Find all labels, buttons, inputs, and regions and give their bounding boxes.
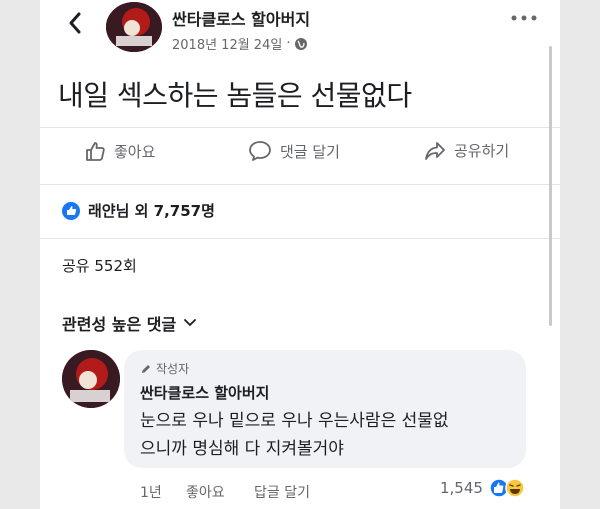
comment-bubble: 작성자 싼타클로스 할아버지 눈으로 우나 밑으로 우나 우는사람은 선물없 으… — [124, 350, 526, 468]
share-count[interactable]: 공유 552회 — [62, 255, 137, 276]
globe-icon — [295, 37, 308, 50]
more-icon[interactable] — [510, 12, 538, 24]
reaction-summary-text: 래얀님 외 7,757명 — [88, 202, 215, 220]
share-button[interactable]: 공유하기 — [424, 140, 509, 161]
reaction-summary[interactable]: 래얀님 외 7,757명 — [62, 200, 215, 221]
left-frame — [0, 0, 40, 509]
divider — [40, 184, 560, 185]
back-arrow-icon[interactable] — [64, 10, 88, 36]
like-label: 좋아요 — [114, 142, 156, 161]
author-badge: 작성자 — [140, 360, 189, 377]
comment-time: 1년 — [140, 485, 162, 501]
comment-sort-dropdown[interactable]: 관련성 높은 댓글 — [62, 311, 197, 335]
post-screen: 싼타클로스 할아버지 2018년 12월 24일 · 내일 섹스하는 놈들은 선… — [40, 0, 560, 509]
divider — [40, 238, 560, 239]
share-label: 공유하기 — [454, 142, 510, 160]
comment-reply-button[interactable]: 답글 달기 — [254, 482, 310, 502]
post-meta: 2018년 12월 24일 · — [172, 34, 308, 53]
like-thumb-icon — [86, 142, 105, 161]
comment-reactions[interactable]: 1,545 — [440, 478, 525, 498]
right-frame — [560, 0, 600, 509]
post-author[interactable]: 싼타클로스 할아버지 — [172, 6, 310, 30]
meta-separator: · — [286, 36, 291, 51]
author-badge-label: 작성자 — [156, 362, 190, 376]
comment-button[interactable]: 댓글 달기 — [248, 140, 340, 162]
post-text: 내일 섹스하는 놈들은 선물없다 — [58, 79, 412, 112]
like-button[interactable]: 좋아요 — [84, 140, 155, 162]
laugh-emoji-icon — [505, 478, 525, 498]
comment-label: 댓글 달기 — [280, 142, 340, 161]
like-badge-icon — [62, 201, 80, 220]
chevron-down-icon — [184, 319, 197, 327]
comment-text-line: 눈으로 우나 밑으로 우나 우는사람은 선물없 — [140, 411, 449, 431]
comment-sort-label: 관련성 높은 댓글 — [62, 315, 177, 334]
post-date[interactable]: 2018년 12월 24일 — [172, 34, 282, 53]
divider — [40, 127, 560, 128]
pencil-icon — [142, 364, 150, 373]
comment-like-button[interactable]: 좋아요 — [186, 482, 225, 502]
comment-avatar[interactable] — [62, 350, 120, 408]
comment-author[interactable]: 싼타클로스 할아버지 — [140, 382, 269, 403]
share-icon — [425, 141, 445, 160]
comment-reaction-count: 1,545 — [440, 479, 483, 497]
comment-icon — [249, 141, 271, 161]
avatar[interactable] — [106, 2, 162, 52]
comment-text-line: 으니까 명심해 다 지켜볼거야 — [140, 439, 344, 459]
scrollbar[interactable] — [549, 46, 552, 326]
